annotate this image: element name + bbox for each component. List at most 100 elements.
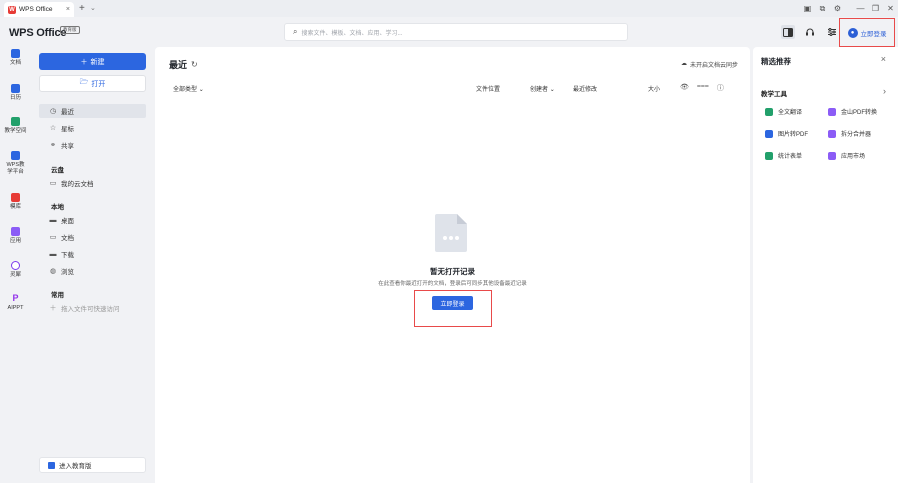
sidebar-item-shared[interactable]: ⚭ 共享 [39, 138, 146, 152]
browse-icon: ◍ [49, 268, 57, 275]
tool-full-translate[interactable]: 全文翻译 [765, 107, 802, 116]
tool-label: 全文翻译 [778, 110, 803, 116]
recommend-panel: 精选推荐 × 教学工具 › 全文翻译 金山PDF转换 图片转PDF 拆分合并器 … [753, 47, 898, 483]
page-title: 最近 ↻ [169, 58, 198, 71]
teaching-space-icon [11, 117, 20, 126]
column-size[interactable]: 大小 [648, 84, 660, 93]
tool-label: 图片转PDF [778, 132, 809, 138]
sync-label: 未开启文档云同步 [689, 63, 738, 69]
rail-label: 灵犀 [9, 272, 21, 278]
sidebar-item-browse[interactable]: ◍ 浏览 [39, 264, 146, 278]
translate-icon [765, 107, 773, 116]
desktop-icon: ▬ [49, 216, 57, 224]
sliders-icon[interactable] [825, 25, 839, 39]
rail-item-teaching-space[interactable]: 教学空间 [0, 117, 31, 135]
column-creator-label: 创建者 [530, 87, 549, 93]
new-label: 新建 [90, 58, 105, 66]
sidebar-item-desktop[interactable]: ▬ 桌面 [39, 213, 146, 227]
rail-item-lingxi[interactable]: 灵犀 [0, 261, 31, 279]
sidebar-item-recent[interactable]: ◷ 最近 [39, 104, 146, 118]
tool-stats-form[interactable]: 统计表单 [765, 151, 802, 160]
open-label: 打开 [91, 80, 106, 88]
wps-logo-icon: W [8, 5, 16, 14]
section-cloud: 云盘 [51, 167, 64, 174]
share-icon: ⚭ [50, 142, 56, 149]
rail-item-apps[interactable]: 应用 [0, 227, 31, 245]
tab-list-dropdown[interactable]: ⌄ [90, 4, 96, 12]
tool-app-market[interactable]: 应用市场 [828, 151, 865, 160]
tool-label: 金山PDF转换 [841, 110, 878, 116]
header-icons [781, 25, 839, 39]
column-tools: 👁 ⩶ ⓘ [680, 83, 724, 93]
tab-wps-office[interactable]: W WPS Office × [4, 2, 74, 17]
window-layout-icon[interactable]: ⧉ [815, 4, 830, 14]
plus-icon: ＋ [80, 58, 88, 66]
edu-icon [48, 461, 55, 469]
rail-item-teaching-platform[interactable]: WPS教学平台 [0, 151, 31, 176]
column-location[interactable]: 文件位置 [476, 84, 500, 93]
screenshot-icon[interactable]: ▣ [800, 4, 815, 13]
new-tab-button[interactable]: + [79, 3, 85, 14]
rail-item-docs[interactable]: 文档 [0, 49, 31, 67]
open-button[interactable]: 🗁 打开 [39, 75, 146, 92]
left-rail: 文档 日历 教学空间 WPS教学平台 模库 应用 灵犀 P AIPPT [0, 47, 31, 483]
teaching-platform-icon [11, 151, 20, 160]
rail-item-aippt[interactable]: P AIPPT [0, 294, 31, 312]
edu-label: 进入教育版 [59, 463, 92, 470]
login-button-top[interactable]: ● 立即登录 [839, 18, 895, 47]
filter-type-label: 全部类型 [173, 87, 198, 93]
column-modified[interactable]: 最近修改 [573, 84, 597, 93]
restore-button[interactable]: ❐ [868, 4, 883, 13]
sidebar: ＋ 新建 🗁 打开 ◷ 最近 ☆ 星标 ⚭ 共享 云盘 ▭ 我的云文档 本地 ▬… [33, 47, 153, 478]
eye-icon[interactable]: 👁 [680, 83, 689, 93]
app-market-icon [828, 151, 836, 160]
section-teaching-tools: 教学工具 [761, 91, 787, 98]
tab-close-icon[interactable]: × [66, 6, 70, 13]
tool-label: 统计表单 [778, 154, 803, 160]
new-button[interactable]: ＋ 新建 [39, 53, 146, 70]
apps-icon [11, 227, 20, 236]
column-creator[interactable]: 创建者 ⌄ [530, 84, 555, 93]
calendar-icon [11, 84, 20, 93]
cloud-folder-icon: ▭ [49, 180, 57, 187]
empty-state-subtitle: 在此查看你最近打开的文档，登录后可同步其他设备最近记录 [378, 281, 527, 287]
section-local: 本地 [51, 204, 64, 211]
docs-icon [11, 49, 20, 58]
section-common: 常用 [51, 292, 64, 299]
pdf-convert-icon [828, 107, 836, 116]
chevron-right-icon[interactable]: › [883, 86, 886, 96]
filter-type-dropdown[interactable]: 全部类型 ⌄ [173, 84, 204, 93]
tab-title: WPS Office [19, 6, 53, 13]
cloud-sync-status[interactable]: ☁ 未开启文档云同步 [681, 60, 738, 69]
sidebar-item-starred[interactable]: ☆ 星标 [39, 121, 146, 135]
clock-icon: ◷ [49, 108, 57, 115]
search-bar[interactable]: ⌕ 搜索文件、模板、文档、应用、学习... [284, 23, 628, 41]
rail-label: 日历 [9, 95, 21, 101]
settings-icon[interactable]: ⚙ [830, 4, 845, 13]
sidebar-drop-zone[interactable]: ＋ 拖入文件可快速访问 [39, 301, 146, 315]
close-window-button[interactable]: ✕ [883, 4, 898, 13]
enter-edu-button[interactable]: 进入教育版 [39, 457, 146, 473]
search-icon: ⌕ [293, 27, 298, 36]
split-merge-icon [828, 129, 836, 138]
rail-item-calendar[interactable]: 日历 [0, 84, 31, 102]
login-button[interactable]: 立即登录 [432, 296, 473, 310]
refresh-icon[interactable]: ↻ [191, 60, 198, 69]
sidebar-item-downloads[interactable]: ▬ 下载 [39, 247, 146, 261]
minimize-button[interactable]: — [853, 4, 868, 13]
filter-icon[interactable]: ⩶ [697, 83, 709, 93]
info-icon[interactable]: ⓘ [717, 83, 724, 93]
sidebar-item-my-cloud[interactable]: ▭ 我的云文档 [39, 176, 146, 190]
tool-label: 应用市场 [841, 154, 866, 160]
sidebar-item-label: 下载 [61, 252, 74, 259]
close-icon[interactable]: × [881, 54, 886, 64]
tool-image-to-pdf[interactable]: 图片转PDF [765, 129, 808, 138]
rail-item-templates[interactable]: 模库 [0, 193, 31, 211]
tool-pdf-convert[interactable]: 金山PDF转换 [828, 107, 877, 116]
rail-label: WPS教学平台 [6, 162, 25, 175]
sidebar-item-label: 桌面 [61, 218, 74, 225]
sidebar-panel-icon[interactable] [781, 25, 795, 39]
tool-split-merge[interactable]: 拆分合并器 [828, 129, 871, 138]
sidebar-item-documents[interactable]: ▭ 文档 [39, 230, 146, 244]
headset-icon[interactable] [803, 25, 817, 39]
